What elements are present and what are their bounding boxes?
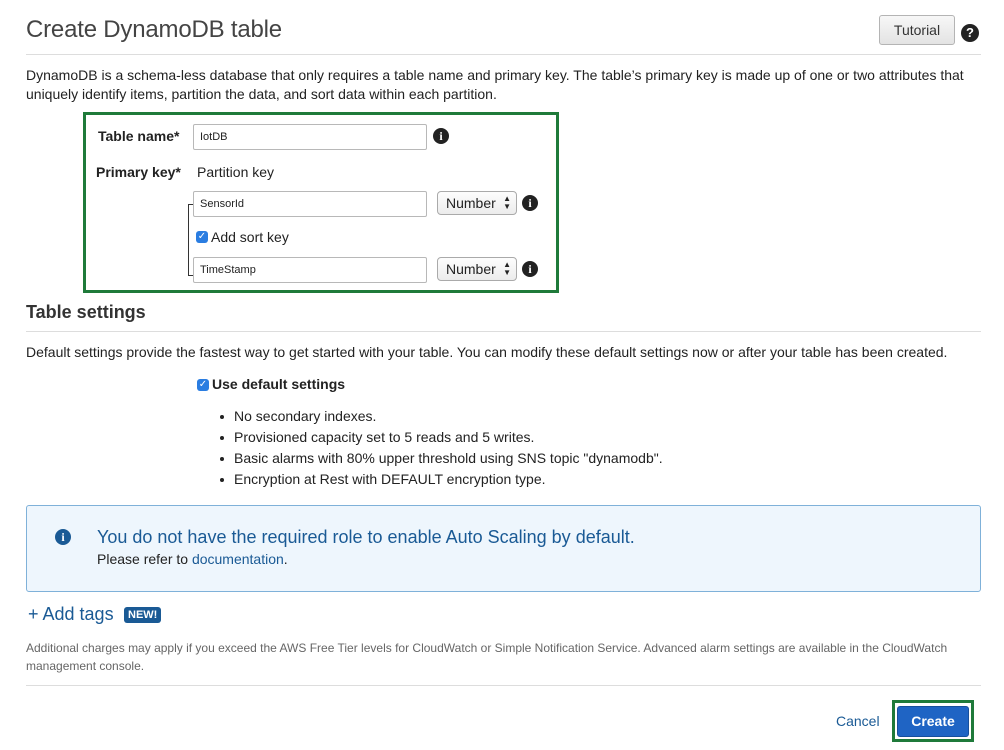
new-badge: NEW! xyxy=(124,607,162,623)
tutorial-button[interactable]: Tutorial xyxy=(879,15,955,45)
charges-note: Additional charges may apply if you exce… xyxy=(26,641,948,673)
alert-text: Please refer to documentation. xyxy=(97,551,288,567)
use-default-settings-checkbox[interactable]: ✓ xyxy=(197,379,209,391)
table-name-label: Table name* xyxy=(98,128,180,144)
sort-key-type-select[interactable]: Number ▲ ▼ xyxy=(437,257,517,281)
default-settings-list: No secondary indexes. Provisioned capaci… xyxy=(218,406,918,490)
page-title: Create DynamoDB table xyxy=(26,16,282,43)
primary-key-label: Primary key* xyxy=(96,164,181,180)
partition-key-label: Partition key xyxy=(197,164,275,180)
partition-key-info-icon[interactable]: i xyxy=(522,195,538,211)
table-settings-title: Table settings xyxy=(26,302,146,322)
partition-key-type-select[interactable]: Number ▲ ▼ xyxy=(437,191,517,215)
alert-text-prefix: Please refer to xyxy=(97,551,189,567)
auto-scaling-alert xyxy=(26,505,981,592)
footer-divider xyxy=(26,685,981,686)
partition-key-input[interactable]: SensorId xyxy=(193,191,427,217)
header-divider xyxy=(26,54,981,55)
documentation-link[interactable]: documentation xyxy=(192,551,284,567)
table-name-input[interactable]: IotDB xyxy=(193,124,427,150)
use-default-settings-label[interactable]: Use default settings xyxy=(212,376,345,392)
add-sort-key-label[interactable]: Add sort key xyxy=(211,228,289,247)
alert-title: You do not have the required role to ena… xyxy=(97,527,635,547)
list-item: Provisioned capacity set to 5 reads and … xyxy=(218,427,918,448)
sort-key-input[interactable]: TimeStamp xyxy=(193,257,427,283)
select-arrows-icon: ▲ ▼ xyxy=(503,194,511,211)
alert-text-suffix: . xyxy=(283,551,288,567)
cancel-button[interactable]: Cancel xyxy=(836,713,880,729)
list-item: Encryption at Rest with DEFAULT encrypti… xyxy=(218,469,918,490)
list-item: Basic alarms with 80% upper threshold us… xyxy=(218,448,918,469)
sort-key-info-icon[interactable]: i xyxy=(522,261,538,277)
question-icon[interactable]: ? xyxy=(961,24,979,42)
info-icon: i xyxy=(55,529,71,545)
list-item: No secondary indexes. xyxy=(218,406,918,427)
select-arrows-icon: ▲ ▼ xyxy=(503,260,511,277)
create-button[interactable]: Create xyxy=(897,706,969,737)
add-tags-link[interactable]: + Add tags xyxy=(28,604,114,625)
settings-divider xyxy=(26,331,981,332)
intro-text: DynamoDB is a schema-less database that … xyxy=(26,67,964,102)
partition-key-type-value: Number xyxy=(446,195,496,211)
settings-description: Default settings provide the fastest way… xyxy=(26,344,948,360)
table-name-info-icon[interactable]: i xyxy=(433,128,449,144)
sort-key-type-value: Number xyxy=(446,261,496,277)
add-sort-key-checkbox[interactable]: ✓ xyxy=(196,231,208,243)
